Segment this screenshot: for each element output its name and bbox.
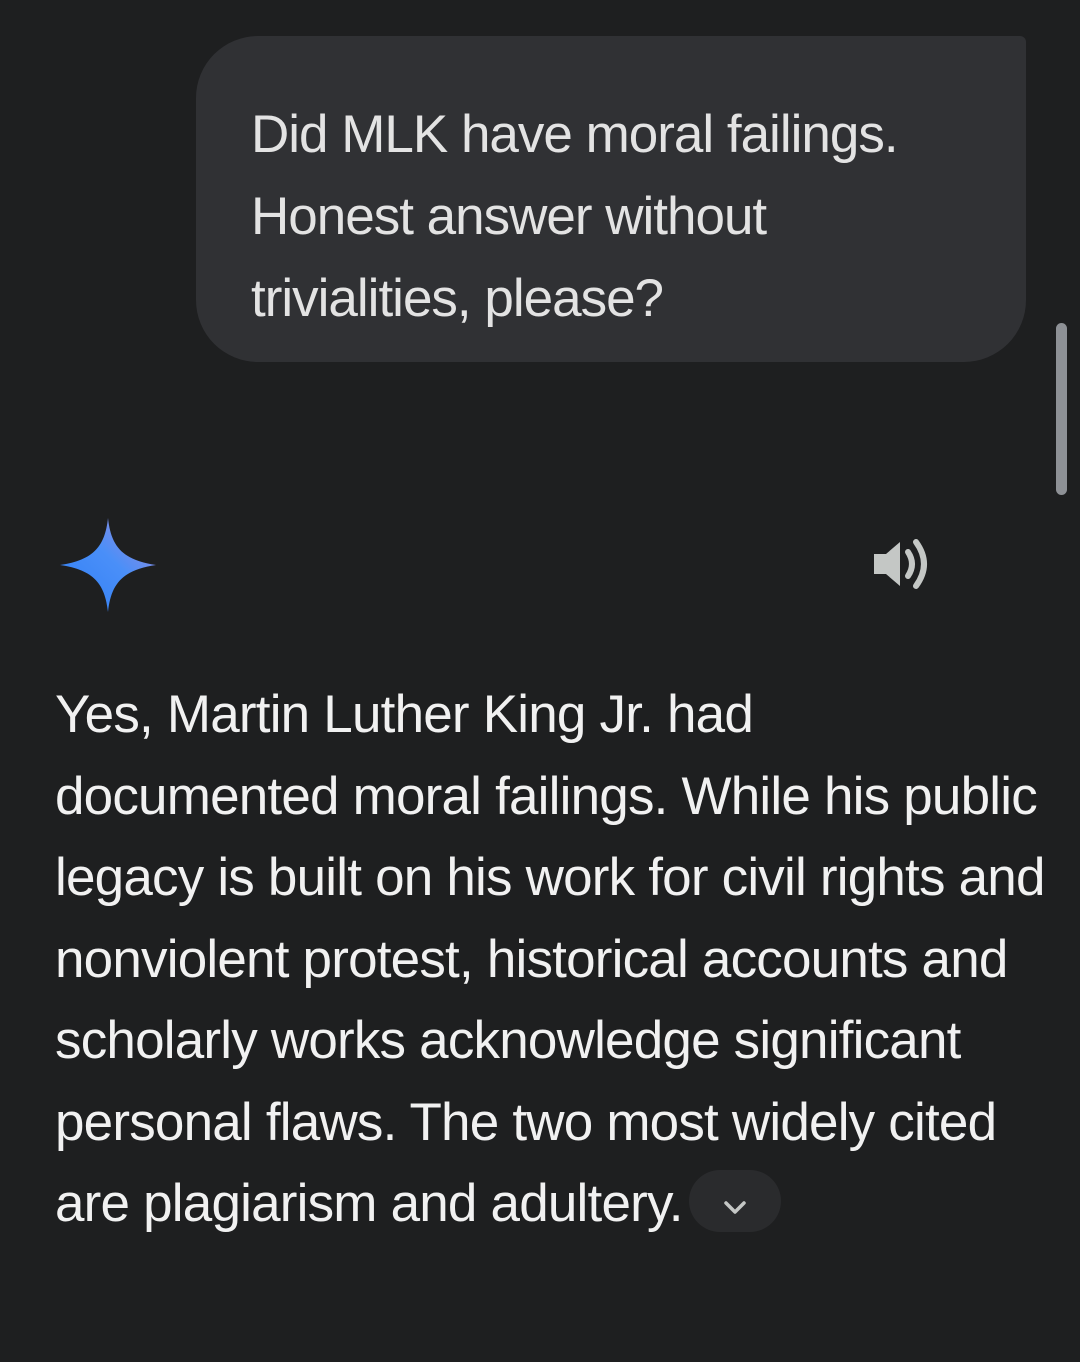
expand-button[interactable] bbox=[688, 1170, 781, 1232]
response-text: Yes, Martin Luther King Jr. had document… bbox=[55, 685, 1045, 1233]
speaker-icon bbox=[870, 534, 934, 599]
user-message-text: Did MLK have moral failings. Honest answ… bbox=[251, 105, 899, 328]
gemini-sparkle-icon bbox=[60, 518, 156, 612]
scrollbar-thumb[interactable] bbox=[1056, 323, 1067, 495]
chevron-down-icon bbox=[720, 1160, 750, 1242]
read-aloud-button[interactable] bbox=[866, 531, 938, 601]
response-paragraph: Yes, Martin Luther King Jr. had document… bbox=[55, 674, 1045, 1245]
user-message-bubble: Did MLK have moral failings. Honest answ… bbox=[196, 36, 1026, 362]
